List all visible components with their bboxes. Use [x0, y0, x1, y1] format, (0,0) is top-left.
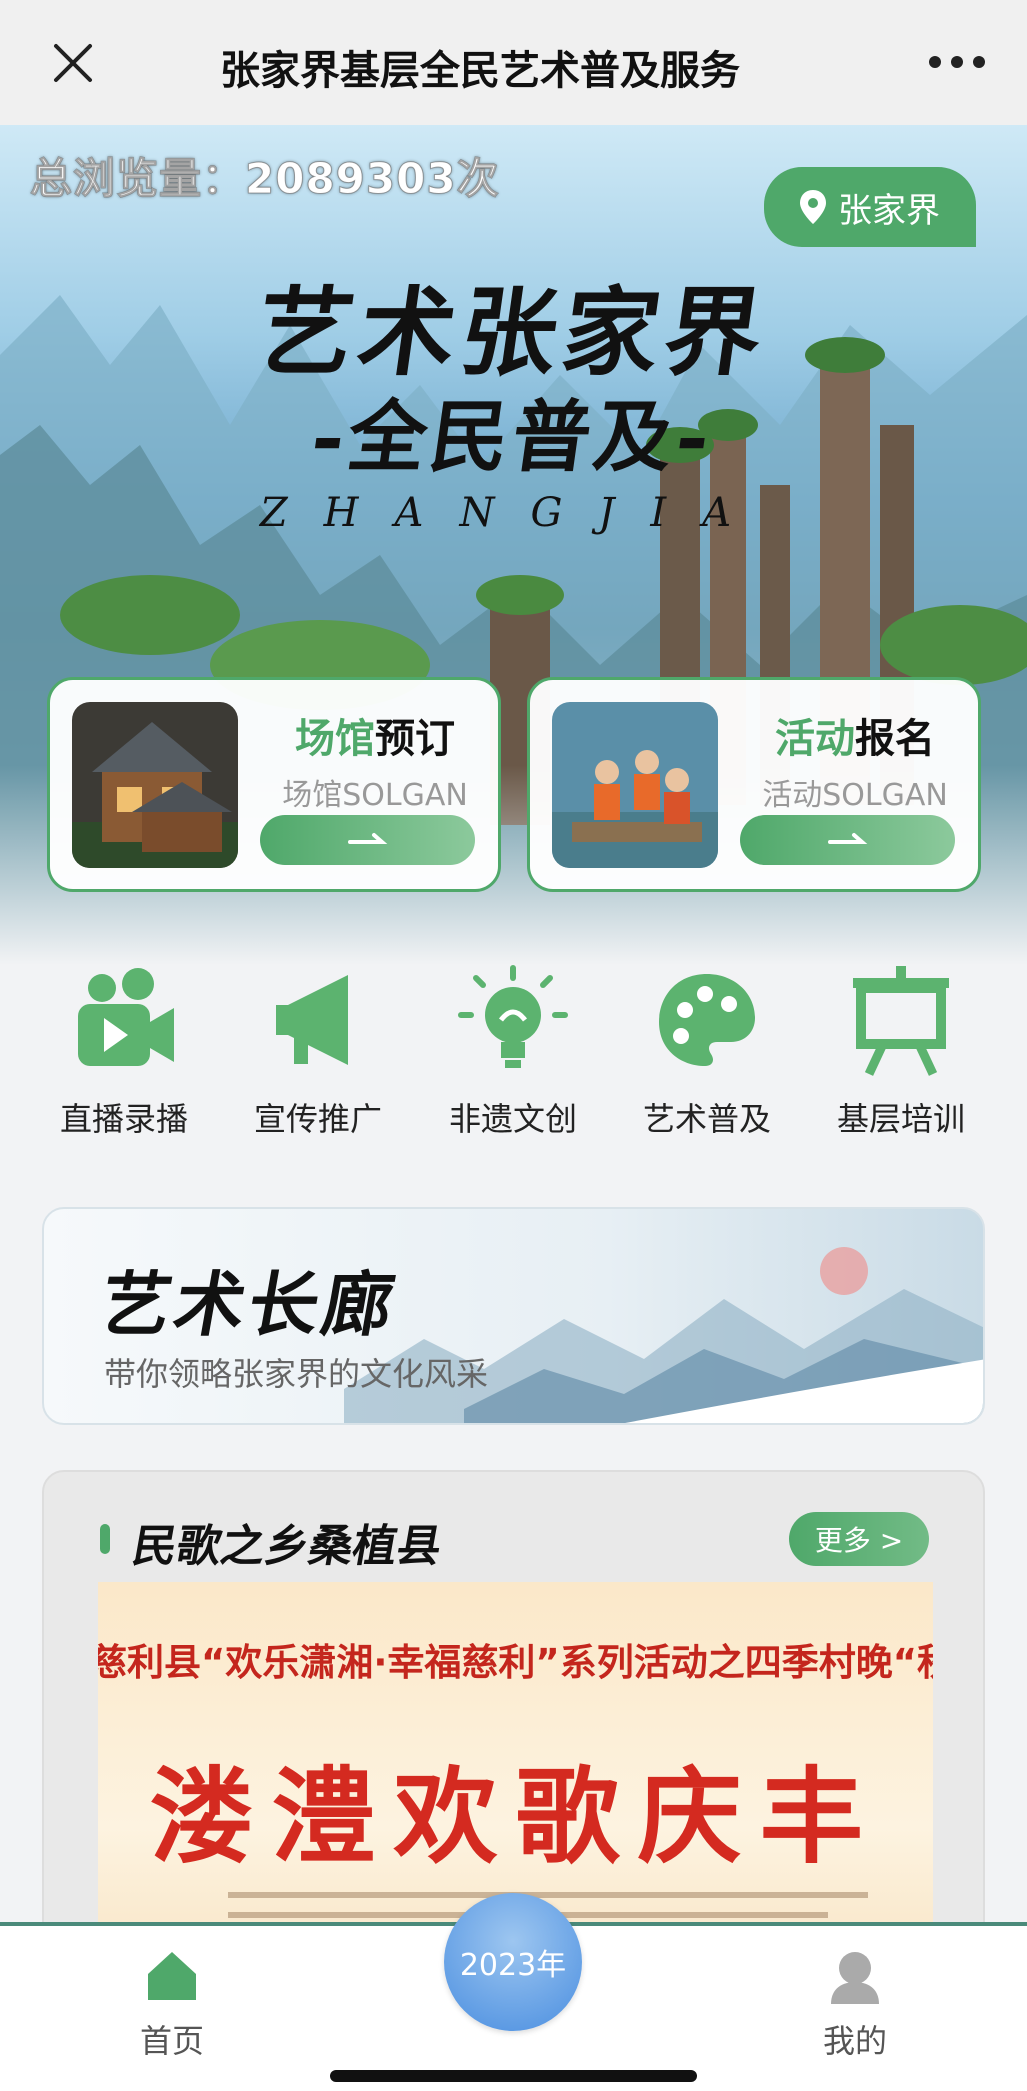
quick-nav-live[interactable]: 直播录播 [29, 960, 219, 1140]
quick-nav-art-label: 艺术普及 [642, 1100, 771, 1138]
year-button[interactable]: 2023年 [444, 1893, 582, 2031]
hero-title-line2: -全民普及- [305, 392, 720, 483]
quick-nav: 直播录播 宣传推广 非遗文创 艺术普及 基层培训 [0, 960, 1027, 1140]
megaphone-icon [276, 975, 348, 1065]
section-marker [100, 1524, 110, 1554]
close-icon[interactable] [48, 38, 98, 88]
arrow-right-icon [827, 833, 867, 844]
navbar: 张家界基层全民艺术普及服务 [0, 0, 1027, 125]
quick-nav-training[interactable]: 基层培训 [806, 960, 996, 1140]
easel-icon [853, 966, 949, 1076]
art-gallery-banner[interactable]: 艺术长廊 带你领略张家界的文化风采 [42, 1207, 985, 1425]
lightbulb-icon [458, 965, 568, 1068]
venue-booking-card[interactable]: 场馆预订 场馆SOLGAN [47, 677, 501, 892]
quick-nav-live-label: 直播录播 [59, 1100, 188, 1138]
activity-signup-button[interactable] [740, 815, 955, 865]
more-dots-icon[interactable] [927, 50, 987, 74]
quick-nav-heritage-label: 非遗文创 [448, 1100, 577, 1138]
total-views-counter: 总浏览量：2089303次 [30, 154, 500, 204]
activity-signup-card[interactable]: 活动报名 活动SOLGAN [527, 677, 981, 892]
tab-home-label: 首页 [139, 2022, 204, 2060]
palette-icon [659, 974, 755, 1066]
quick-nav-heritage[interactable]: 非遗文创 [418, 960, 608, 1140]
quick-nav-art[interactable]: 艺术普及 [612, 960, 802, 1140]
hero-title-line1: 艺术张家界 [249, 276, 776, 389]
venue-booking-subtitle: 场馆SOLGAN [282, 778, 468, 813]
poster-subtitle: 慈利县“欢乐潇湘·幸福慈利”系列活动之四季村晚“秋晚” [98, 1641, 933, 1684]
tab-mine[interactable]: 我的 [775, 1946, 935, 2062]
activity-signup-title: 活动报名 [740, 706, 970, 764]
hero-title-line3: ZHANGJIA [259, 490, 768, 536]
quick-nav-training-label: 基层培训 [836, 1100, 965, 1138]
art-gallery-title: 艺术长廊 [93, 1263, 405, 1346]
more-button[interactable]: 更多 > [789, 1512, 929, 1566]
venue-booking-title: 场馆预订 [260, 706, 490, 764]
activity-thumbnail [552, 702, 718, 868]
video-camera-icon [78, 968, 174, 1066]
activity-signup-title-rest: 报名 [855, 716, 935, 762]
activity-signup-subtitle: 活动SOLGAN [762, 778, 948, 813]
home-icon [148, 1952, 196, 2000]
arrow-right-icon [347, 833, 387, 844]
quick-nav-promotion-label: 宣传推广 [253, 1100, 382, 1138]
activity-signup-title-highlight: 活动 [775, 716, 855, 762]
location-button[interactable]: 张家界 [764, 167, 976, 247]
tab-mine-label: 我的 [822, 2022, 887, 2060]
quick-nav-promotion[interactable]: 宣传推广 [223, 960, 413, 1140]
art-gallery-subtitle: 带你领略张家界的文化风采 [104, 1355, 489, 1393]
page-title: 张家界基层全民艺术普及服务 [220, 48, 740, 94]
tab-home[interactable]: 首页 [92, 1946, 252, 2062]
venue-booking-title-highlight: 场馆 [295, 716, 375, 762]
home-indicator [330, 2070, 697, 2082]
user-icon [831, 1952, 879, 2004]
venue-booking-button[interactable] [260, 815, 475, 865]
venue-booking-title-rest: 预订 [375, 716, 455, 762]
location-label: 张家界 [838, 190, 940, 231]
folk-section-title: 民歌之乡桑植县 [128, 1521, 446, 1572]
map-pin-icon [800, 190, 826, 224]
venue-thumbnail [72, 702, 238, 868]
